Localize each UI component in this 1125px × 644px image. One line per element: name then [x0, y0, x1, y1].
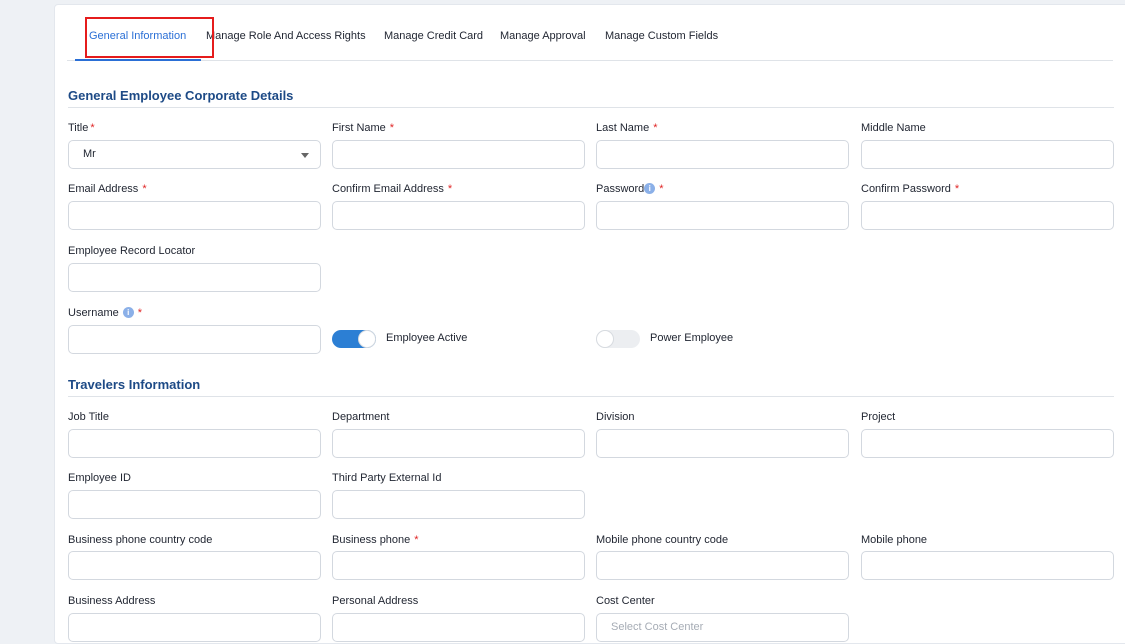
business-phone-country-code-input[interactable]	[68, 551, 321, 580]
mobile-phone-country-code-input[interactable]	[596, 551, 849, 580]
confirm-password-label: Confirm Password *	[861, 183, 960, 195]
confirm-password-input[interactable]	[861, 201, 1114, 230]
middle-name-label: Middle Name	[861, 122, 926, 134]
tab-general-information[interactable]: General Information	[89, 30, 186, 42]
username-input[interactable]	[68, 325, 321, 354]
first-name-input[interactable]	[332, 140, 585, 169]
power-employee-toggle[interactable]	[596, 330, 640, 348]
business-phone-country-code-label: Business phone country code	[68, 534, 213, 546]
toggle-knob	[596, 330, 614, 348]
tab-bar: General Information Manage Role And Acce…	[67, 5, 1113, 61]
info-icon[interactable]: i	[644, 183, 656, 194]
confirm-email-input[interactable]	[332, 201, 585, 230]
title-label: Title *	[68, 122, 95, 134]
business-address-label: Business Address	[68, 595, 156, 607]
employee-id-label: Employee ID	[68, 472, 131, 484]
division-label: Division	[596, 411, 635, 423]
required-marker: *	[142, 183, 147, 195]
required-marker: *	[659, 183, 664, 195]
employee-id-input[interactable]	[68, 490, 321, 519]
cost-center-select[interactable]: Select Cost Center	[596, 613, 849, 642]
power-employee-label: Power Employee	[650, 332, 734, 344]
required-marker: *	[954, 183, 960, 195]
personal-address-input[interactable]	[332, 613, 585, 642]
required-marker: *	[389, 122, 395, 134]
record-locator-input[interactable]	[68, 263, 321, 292]
personal-address-label: Personal Address	[332, 595, 419, 607]
employee-active-toggle[interactable]	[332, 330, 376, 348]
username-label: Username i *	[68, 307, 143, 319]
first-name-label: First Name *	[332, 122, 395, 134]
business-phone-label: Business phone *	[332, 534, 419, 546]
division-input[interactable]	[596, 429, 849, 458]
tab-manage-approval[interactable]: Manage Approval	[500, 30, 586, 42]
record-locator-label: Employee Record Locator	[68, 245, 196, 257]
mobile-phone-country-code-label: Mobile phone country code	[596, 534, 729, 546]
section-title-travelers-information: Travelers Information	[68, 377, 201, 392]
toggle-knob	[358, 330, 376, 348]
mobile-phone-input[interactable]	[861, 551, 1114, 580]
department-input[interactable]	[332, 429, 585, 458]
job-title-input[interactable]	[68, 429, 321, 458]
employee-active-label: Employee Active	[386, 332, 468, 344]
last-name-input[interactable]	[596, 140, 849, 169]
email-input[interactable]	[68, 201, 321, 230]
business-address-input[interactable]	[68, 613, 321, 642]
section-divider	[68, 107, 1114, 108]
required-marker: *	[653, 122, 658, 134]
project-label: Project	[861, 411, 896, 423]
required-marker: *	[90, 122, 95, 134]
confirm-email-label: Confirm Email Address *	[332, 183, 453, 195]
department-label: Department	[332, 411, 390, 423]
tab-manage-role-and-access-rights[interactable]: Manage Role And Access Rights	[206, 30, 366, 42]
section-divider	[68, 396, 1114, 397]
info-icon[interactable]: i	[122, 307, 134, 318]
third-party-id-label: Third Party External Id	[332, 472, 442, 484]
business-phone-input[interactable]	[332, 551, 585, 580]
project-input[interactable]	[861, 429, 1114, 458]
cost-center-label: Cost Center	[596, 595, 655, 607]
last-name-label: Last Name *	[596, 122, 658, 134]
mobile-phone-label: Mobile phone	[861, 534, 928, 546]
middle-name-input[interactable]	[861, 140, 1114, 169]
cost-center-placeholder: Select Cost Center	[611, 621, 704, 633]
email-label: Email Address *	[68, 183, 147, 195]
section-title-corporate-details: General Employee Corporate Details	[68, 88, 294, 103]
third-party-id-input[interactable]	[332, 490, 585, 519]
required-marker: *	[137, 307, 143, 319]
active-tab-underline	[75, 59, 201, 61]
tab-manage-credit-card[interactable]: Manage Credit Card	[384, 30, 483, 42]
password-input[interactable]	[596, 201, 849, 230]
required-marker: *	[414, 534, 419, 546]
title-select[interactable]: Mr	[68, 140, 321, 169]
required-marker: *	[447, 183, 453, 195]
tab-manage-custom-fields[interactable]: Manage Custom Fields	[605, 30, 718, 42]
chevron-down-icon	[301, 153, 309, 158]
employee-form-panel: General Information Manage Role And Acce…	[54, 4, 1125, 644]
password-label: Password i *	[596, 183, 664, 195]
title-select-value: Mr	[83, 148, 96, 160]
job-title-label: Job Title	[68, 411, 109, 423]
